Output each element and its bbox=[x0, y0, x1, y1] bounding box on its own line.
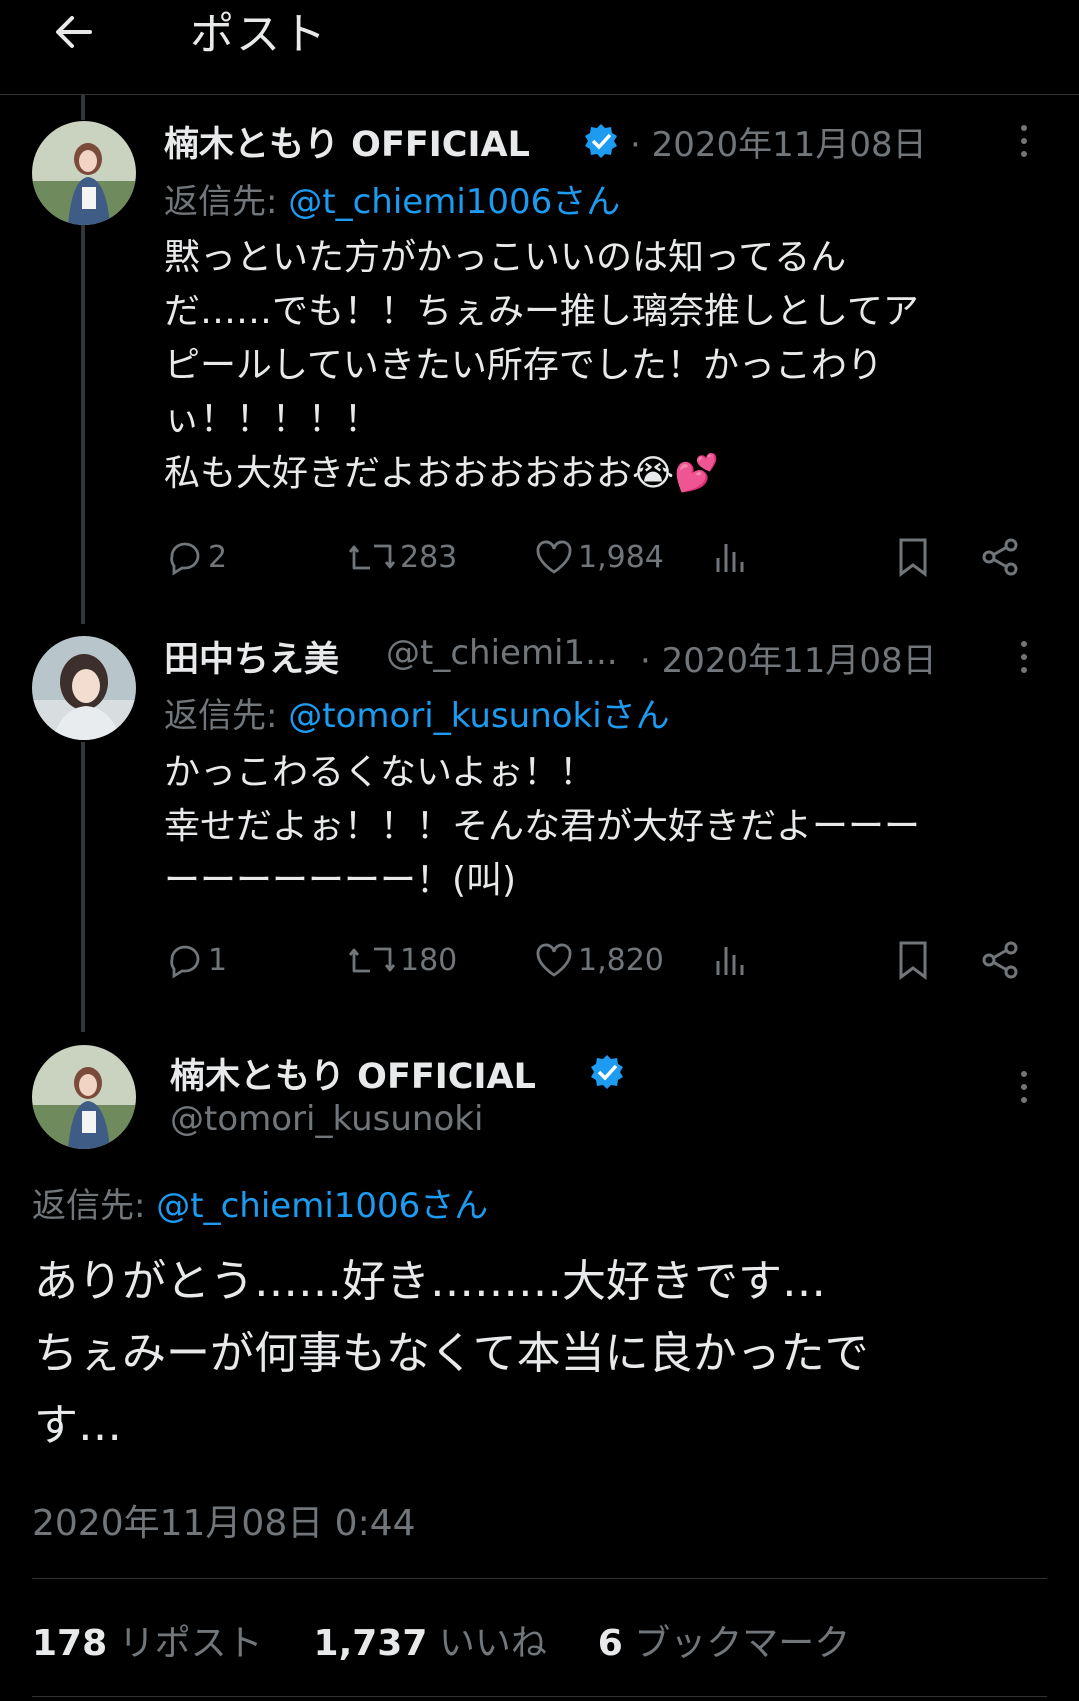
author-name[interactable]: 田中ちえ美 bbox=[164, 631, 339, 682]
bookmark-total: 6 bbox=[597, 1623, 623, 1664]
views-icon[interactable] bbox=[712, 537, 748, 577]
repost-icon bbox=[348, 947, 396, 973]
verified-badge-icon bbox=[588, 1053, 626, 1091]
reply-button[interactable]: 2 bbox=[166, 537, 227, 577]
reply-icon bbox=[170, 542, 200, 576]
divider bbox=[32, 1696, 1047, 1697]
page-title: ポスト bbox=[190, 9, 328, 60]
top-bar bbox=[0, 0, 1079, 95]
reply-count: 2 bbox=[208, 539, 228, 575]
like-button[interactable]: 1,820 bbox=[534, 940, 664, 980]
reply-to-handle[interactable]: @tomori_kusunokiさん bbox=[288, 696, 669, 736]
thread-line bbox=[81, 94, 85, 120]
author-handle[interactable]: @tomori_kusunoki bbox=[170, 1099, 483, 1139]
repost-button[interactable]: 180 bbox=[348, 940, 457, 980]
repost-total: 178 bbox=[32, 1623, 108, 1664]
reply-to-handle[interactable]: @t_chiemi1006さん bbox=[156, 1186, 488, 1226]
reply-to-handle[interactable]: @t_chiemi1006さん bbox=[288, 182, 620, 222]
reply-count: 1 bbox=[208, 942, 228, 978]
verified-badge-icon bbox=[582, 122, 620, 160]
reply-icon bbox=[170, 945, 200, 979]
author-name[interactable]: 楠木ともり OFFICIAL bbox=[170, 1048, 536, 1099]
avatar[interactable] bbox=[32, 121, 136, 225]
bookmark-icon[interactable] bbox=[896, 940, 930, 980]
author-handle[interactable]: @t_chiemi1... bbox=[386, 633, 618, 673]
repost-icon bbox=[348, 544, 396, 570]
more-icon[interactable] bbox=[1020, 638, 1028, 678]
like-icon bbox=[536, 943, 572, 977]
repost-label: リポスト bbox=[118, 1623, 263, 1664]
avatar[interactable] bbox=[32, 1045, 136, 1149]
tweet-date[interactable]: · 2020年11月08日 bbox=[630, 117, 927, 166]
thread-line bbox=[81, 742, 85, 1032]
tweet-text: かっこわるくないよぉ！！ 幸せだよぉ！！！そんな君が大好きだよーーー ーーーーー… bbox=[164, 752, 921, 901]
reply-button[interactable]: 1 bbox=[166, 940, 227, 980]
reply-to-label: 返信先: bbox=[164, 182, 289, 222]
reply-to-label: 返信先: bbox=[164, 696, 289, 736]
avatar[interactable] bbox=[32, 636, 136, 740]
repost-count: 180 bbox=[400, 942, 458, 978]
share-icon[interactable] bbox=[980, 537, 1020, 577]
like-count: 1,984 bbox=[578, 539, 664, 575]
tweet-text: 黙っといた方がかっこいいのは知ってるん だ……でも！！ちぇみー推し璃奈推しとして… bbox=[164, 237, 919, 494]
like-stat[interactable]: 1,737 いいね bbox=[314, 1623, 559, 1664]
more-icon[interactable] bbox=[1020, 1068, 1028, 1108]
main-tweet-text: ありがとう……好き………大好きです… ちぇみーが何事もなくて本当に良かったで す… bbox=[34, 1256, 869, 1451]
repost-count: 283 bbox=[400, 539, 458, 575]
engagement-stats: 178 リポスト 1,737 いいね 6 ブックマーク bbox=[32, 1614, 850, 1666]
bookmark-icon[interactable] bbox=[896, 537, 930, 577]
tweet-date[interactable]: · 2020年11月08日 bbox=[640, 633, 937, 682]
like-icon bbox=[536, 540, 572, 574]
like-button[interactable]: 1,984 bbox=[534, 537, 664, 577]
bookmark-stat[interactable]: 6 ブックマーク bbox=[598, 1623, 851, 1664]
thread-line bbox=[81, 214, 85, 624]
tweet-timestamp[interactable]: 2020年11月08日 0:44 bbox=[32, 1494, 416, 1546]
author-name[interactable]: 楠木ともり OFFICIAL bbox=[164, 116, 530, 167]
back-arrow-icon[interactable] bbox=[50, 8, 98, 56]
reply-to-label: 返信先: bbox=[32, 1186, 157, 1226]
repost-stat[interactable]: 178 リポスト bbox=[32, 1623, 274, 1664]
repost-button[interactable]: 283 bbox=[348, 537, 457, 577]
like-count: 1,820 bbox=[578, 942, 664, 978]
share-icon[interactable] bbox=[980, 940, 1020, 980]
divider bbox=[32, 1578, 1047, 1579]
like-label: いいね bbox=[438, 1623, 547, 1664]
more-icon[interactable] bbox=[1020, 122, 1028, 162]
views-icon[interactable] bbox=[712, 940, 748, 980]
like-total: 1,737 bbox=[313, 1623, 428, 1664]
bookmark-label: ブックマーク bbox=[634, 1623, 851, 1664]
